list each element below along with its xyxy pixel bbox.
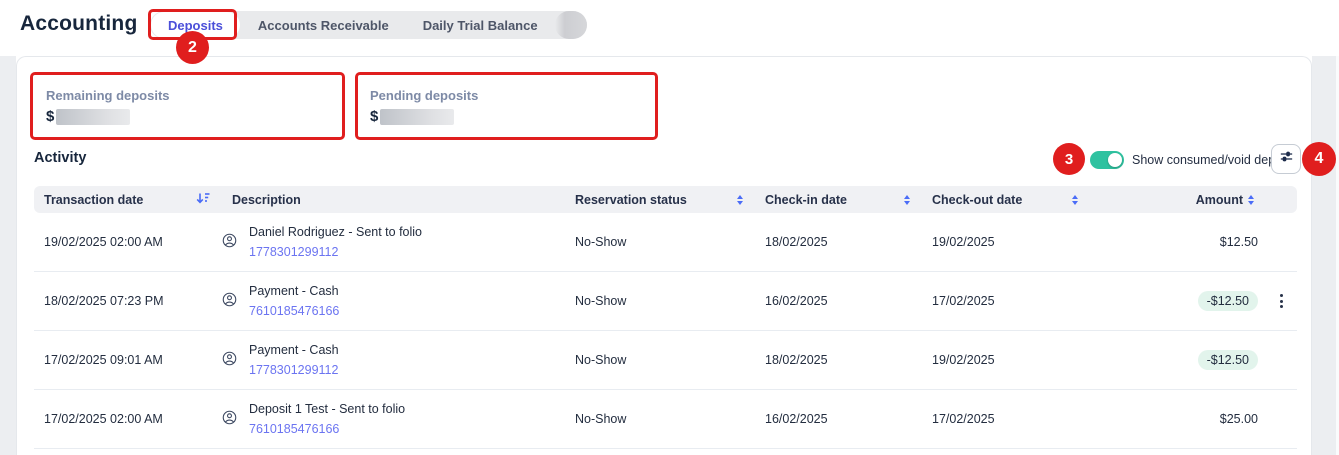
pending-deposits-label: Pending deposits [370,88,478,103]
guest-circle-icon [222,351,237,369]
table-row[interactable]: 17/02/2025 02:00 AM Deposit 1 Test - Sen… [34,390,1297,449]
check-out-date-cell: 17/02/2025 [922,412,1090,426]
kebab-menu-icon[interactable] [1274,290,1289,312]
amount-value: -$12.50 [1198,350,1258,370]
check-in-date-cell: 18/02/2025 [755,235,922,249]
page-title: Accounting [20,12,138,36]
actions-cell [1266,408,1297,430]
sort-carets-icon[interactable] [737,195,743,205]
reservation-status-cell: No-Show [565,294,755,308]
reservation-reference-link[interactable]: 1778301299112 [249,245,422,259]
column-header-check-out-date[interactable]: Check-out date [922,193,1090,207]
tab-daily-trial-balance[interactable]: Daily Trial Balance [406,11,555,39]
actions-cell [1266,290,1297,312]
currency-symbol: $ [46,108,54,125]
sort-carets-icon[interactable] [1072,195,1078,205]
amount-cell: $12.50 [1090,235,1266,249]
description-text: Payment - Cash [249,343,339,357]
transaction-date-cell: 19/02/2025 02:00 AM [34,235,222,249]
currency-symbol: $ [370,108,378,125]
check-out-date-cell: 19/02/2025 [922,235,1090,249]
guest-circle-icon [222,410,237,428]
column-header-amount[interactable]: Amount [1090,193,1266,207]
actions-cell [1266,231,1297,253]
column-header-reservation-status[interactable]: Reservation status [565,193,755,207]
redacted-amount [380,109,454,125]
remaining-deposits-value: $ [46,108,170,125]
sort-carets-icon[interactable] [1248,195,1254,205]
description-text: Daniel Rodriguez - Sent to folio [249,225,422,239]
page-background-left [0,56,16,455]
table-row[interactable]: 17/02/2025 09:01 AM Payment - Cash 17783… [34,331,1297,390]
table-body: 19/02/2025 02:00 AM Daniel Rodriguez - S… [34,213,1297,449]
amount-value: $25.00 [1220,412,1258,426]
amount-cell: -$12.50 [1090,350,1266,370]
guest-circle-icon [222,292,237,310]
amount-cell: $25.00 [1090,412,1266,426]
tab-accounts-receivable[interactable]: Accounts Receivable [241,11,406,39]
table-header-row: Transaction date Description Reservation… [34,186,1297,213]
filter-button[interactable] [1271,144,1301,174]
pending-deposits-card: Pending deposits $ [370,88,478,125]
annotation-step-4: 4 [1302,142,1336,176]
amount-value: -$12.50 [1198,291,1258,311]
reservation-status-cell: No-Show [565,353,755,367]
show-consumed-void-toggle[interactable] [1090,151,1124,169]
accounting-screen: Accounting Deposits Accounts Receivable … [0,0,1339,455]
reservation-reference-link[interactable]: 7610185476166 [249,422,405,436]
reservation-reference-link[interactable]: 1778301299112 [249,363,339,377]
guest-circle-icon [222,233,237,251]
pending-deposits-value: $ [370,108,478,125]
transaction-date-cell: 18/02/2025 07:23 PM [34,294,222,308]
transaction-date-cell: 17/02/2025 02:00 AM [34,412,222,426]
column-header-transaction-date[interactable]: Transaction date [34,192,222,207]
check-in-date-cell: 16/02/2025 [755,294,922,308]
reservation-reference-link[interactable]: 7610185476166 [249,304,339,318]
description-cell: Payment - Cash 7610185476166 [222,284,565,318]
remaining-deposits-label: Remaining deposits [46,88,170,103]
remaining-deposits-card: Remaining deposits $ [46,88,170,125]
description-text: Deposit 1 Test - Sent to folio [249,402,405,416]
sort-descending-icon[interactable] [196,192,210,207]
transaction-date-cell: 17/02/2025 09:01 AM [34,353,222,367]
tab-redacted[interactable] [555,11,587,39]
description-cell: Deposit 1 Test - Sent to folio 761018547… [222,402,565,436]
column-header-description[interactable]: Description [222,193,565,207]
table-row[interactable]: 18/02/2025 07:23 PM Payment - Cash 76101… [34,272,1297,331]
description-text: Payment - Cash [249,284,339,298]
amount-value: $12.50 [1220,235,1258,249]
toggle-knob [1108,153,1122,167]
check-out-date-cell: 19/02/2025 [922,353,1090,367]
filter-sliders-icon [1278,148,1295,170]
tab-bar: Deposits Accounts Receivable Daily Trial… [150,11,587,39]
activity-heading: Activity [34,150,86,166]
actions-cell [1266,349,1297,371]
reservation-status-cell: No-Show [565,235,755,249]
annotation-step-2: 2 [176,31,209,64]
description-cell: Payment - Cash 1778301299112 [222,343,565,377]
description-cell: Daniel Rodriguez - Sent to folio 1778301… [222,225,565,259]
check-in-date-cell: 16/02/2025 [755,412,922,426]
amount-cell: -$12.50 [1090,291,1266,311]
table-row[interactable]: 19/02/2025 02:00 AM Daniel Rodriguez - S… [34,213,1297,272]
sort-carets-icon[interactable] [904,195,910,205]
annotation-step-3: 3 [1053,143,1085,175]
reservation-status-cell: No-Show [565,412,755,426]
check-out-date-cell: 17/02/2025 [922,294,1090,308]
page-background-right [1312,56,1336,455]
check-in-date-cell: 18/02/2025 [755,353,922,367]
column-header-check-in-date[interactable]: Check-in date [755,193,922,207]
redacted-amount [56,109,130,125]
activity-table: Transaction date Description Reservation… [34,186,1297,449]
